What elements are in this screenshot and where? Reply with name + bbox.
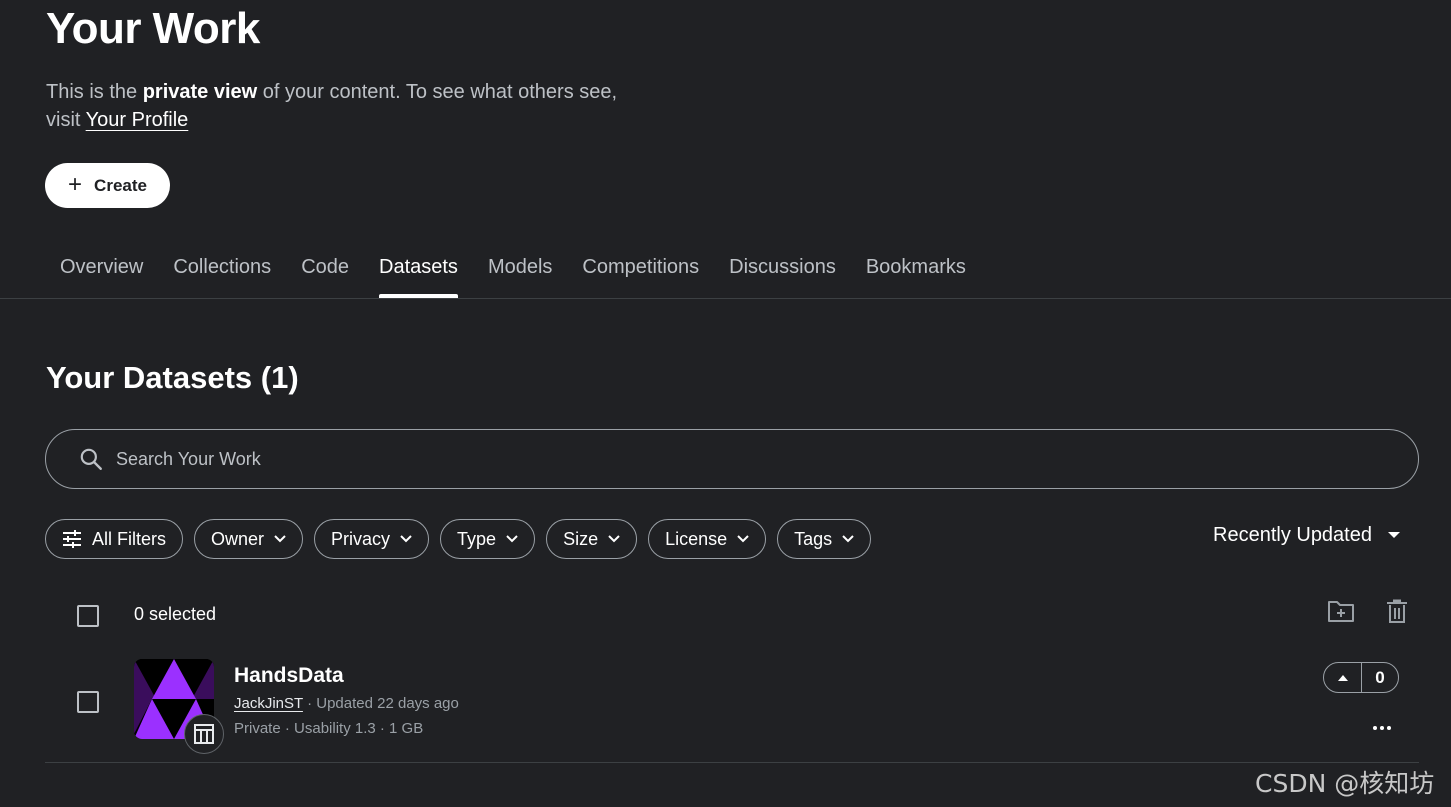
size-filter-label: Size <box>563 528 599 549</box>
license-filter-label: License <box>665 528 728 549</box>
privacy-filter-label: Privacy <box>331 528 391 549</box>
chevron-down-icon <box>842 535 854 543</box>
tab-overview[interactable]: Overview <box>45 248 158 298</box>
chevron-down-icon <box>400 535 412 543</box>
plus-icon: + <box>68 170 83 198</box>
tabs-divider <box>0 298 1451 299</box>
trash-icon <box>1387 599 1407 623</box>
dot-icon <box>1373 726 1377 730</box>
dataset-title[interactable]: HandsData <box>234 664 344 688</box>
dataset-owner-link[interactable]: JackJinST <box>234 695 303 712</box>
tags-filter-label: Tags <box>794 528 833 549</box>
chevron-down-icon <box>608 535 620 543</box>
all-filters-button[interactable]: All Filters <box>45 519 184 559</box>
tab-models[interactable]: Models <box>473 248 567 298</box>
type-filter-label: Type <box>457 528 497 549</box>
select-all-checkbox[interactable] <box>77 605 99 627</box>
tab-datasets[interactable]: Datasets <box>364 248 473 298</box>
subtitle-strong: private view <box>142 81 258 103</box>
page-title: Your Work <box>46 4 260 53</box>
owner-filter[interactable]: Owner <box>194 519 304 559</box>
dataset-row-checkbox[interactable] <box>77 691 99 713</box>
delete-button[interactable] <box>1386 599 1408 629</box>
section-title: Your Datasets (1) <box>46 360 299 395</box>
caret-down-icon <box>1387 532 1400 538</box>
privacy-filter[interactable]: Privacy <box>314 519 430 559</box>
create-button-label: Create <box>94 175 147 195</box>
arrow-up-icon <box>1337 674 1348 681</box>
sort-label: Recently Updated <box>1213 523 1372 546</box>
watermark: CSDN @核知坊 <box>1255 769 1435 798</box>
folder-add-icon <box>1328 601 1354 622</box>
sliders-icon <box>63 530 81 548</box>
subtitle-prefix: This is the <box>46 81 143 103</box>
chevron-down-icon <box>737 535 749 543</box>
vote-widget: 0 <box>1323 662 1399 693</box>
chevron-down-icon <box>274 535 286 543</box>
tab-code[interactable]: Code <box>286 248 364 298</box>
dataset-meta-details: Private · Usability 1.3 · 1 GB <box>234 720 424 737</box>
search-icon <box>80 448 102 470</box>
chevron-down-icon <box>506 535 518 543</box>
size-filter[interactable]: Size <box>546 519 638 559</box>
dot-icon <box>1387 726 1391 730</box>
license-filter[interactable]: License <box>648 519 767 559</box>
more-options-button[interactable] <box>1370 718 1394 738</box>
type-filter[interactable]: Type <box>440 519 536 559</box>
tab-discussions[interactable]: Discussions <box>714 248 851 298</box>
filter-bar: All Filters Owner Privacy Type Size Lice… <box>45 519 872 559</box>
search-box[interactable] <box>45 429 1419 489</box>
dot-icon <box>1380 726 1384 730</box>
create-button[interactable]: + Create <box>45 163 170 208</box>
tags-filter[interactable]: Tags <box>777 519 872 559</box>
row-divider <box>45 762 1419 763</box>
vote-count: 0 <box>1375 667 1385 687</box>
all-filters-label: All Filters <box>92 528 167 549</box>
tab-bookmarks[interactable]: Bookmarks <box>851 248 981 298</box>
tab-competitions[interactable]: Competitions <box>567 248 714 298</box>
add-to-collection-button[interactable] <box>1327 599 1355 628</box>
dataset-meta-owner: JackJinST · Updated 22 days ago <box>234 695 459 712</box>
tab-bar: Overview Collections Code Datasets Model… <box>45 248 981 298</box>
tab-collections[interactable]: Collections <box>158 248 286 298</box>
page-subtitle: This is the private view of your content… <box>46 78 646 134</box>
sort-dropdown[interactable]: Recently Updated <box>1213 521 1400 549</box>
selected-count: 0 selected <box>134 604 217 624</box>
dataset-type-badge <box>184 714 224 754</box>
dataset-updated: · Updated 22 days ago <box>302 695 459 712</box>
your-profile-link[interactable]: Your Profile <box>86 109 189 131</box>
search-input[interactable] <box>116 448 1316 470</box>
owner-filter-label: Owner <box>211 528 265 549</box>
table-icon <box>194 724 214 744</box>
upvote-button[interactable] <box>1324 663 1362 692</box>
